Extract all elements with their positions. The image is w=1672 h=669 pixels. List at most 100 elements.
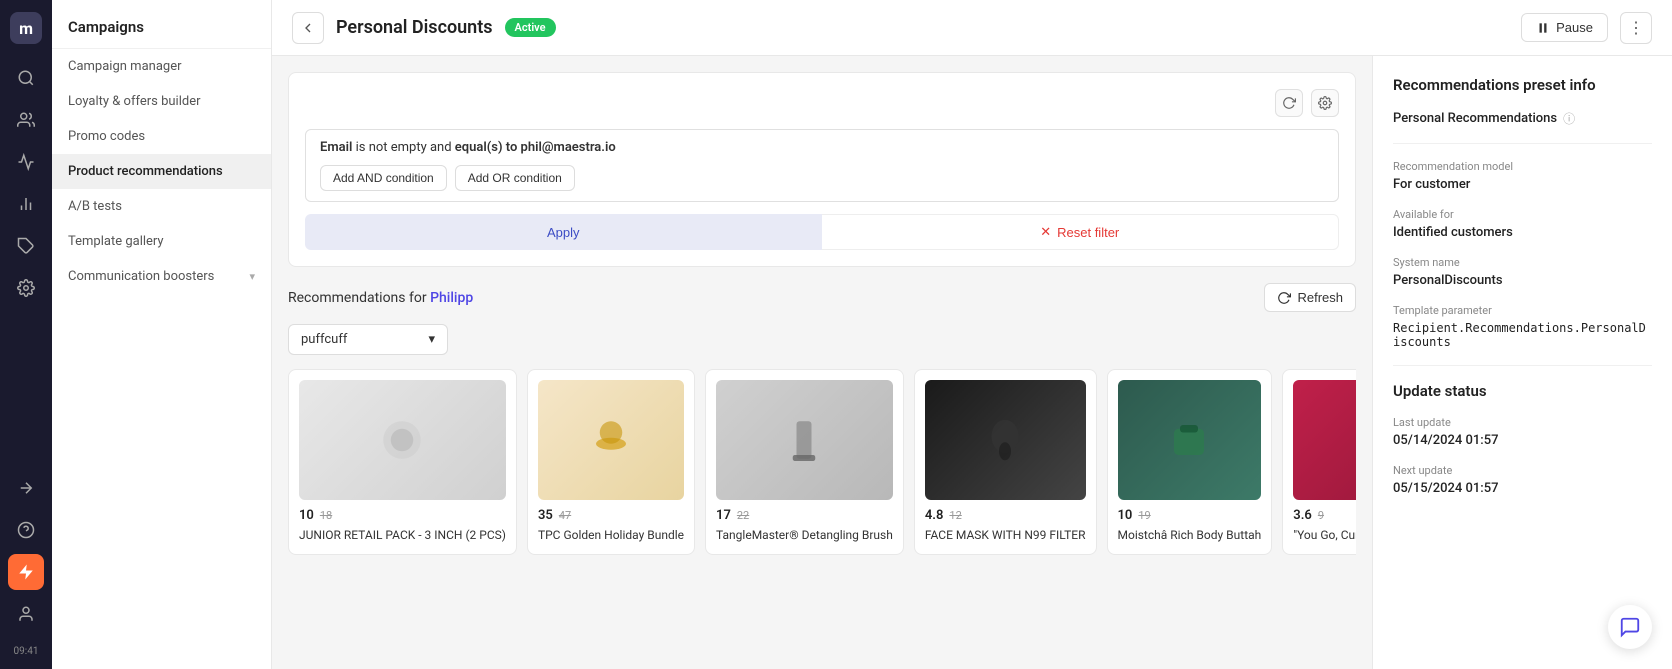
sidebar-item-ab-tests[interactable]: A/B tests xyxy=(52,189,271,224)
rp-last-update-value: 05/14/2024 01:57 xyxy=(1393,433,1652,448)
search-icon[interactable] xyxy=(8,60,44,96)
sidebar-item-template-gallery[interactable]: Template gallery xyxy=(52,224,271,259)
users-icon[interactable] xyxy=(8,102,44,138)
back-button[interactable] xyxy=(292,12,324,44)
product-name: "You Go, Curlfriend!" PuffCuff Lapel Pin xyxy=(1293,527,1356,544)
right-panel: Recommendations preset info Personal Rec… xyxy=(1372,56,1672,669)
rp-preset-name: Personal Recommendations ⓘ xyxy=(1393,110,1652,127)
rp-template-param-value: Recipient.Recommendations.PersonalDiscou… xyxy=(1393,321,1652,349)
rp-model-label: Recommendation model xyxy=(1393,160,1652,173)
rp-system-name-label: System name xyxy=(1393,256,1652,269)
apply-reset-row: Apply ✕ Reset filter xyxy=(305,214,1339,250)
rp-template-param-label: Template parameter xyxy=(1393,304,1652,317)
more-button[interactable]: ⋮ xyxy=(1620,12,1652,44)
sidebar: Campaigns Campaign manager Loyalty & off… xyxy=(52,0,272,669)
rp-model-value: For customer xyxy=(1393,177,1652,192)
person-icon[interactable] xyxy=(8,596,44,632)
filter-refresh-icon-btn[interactable] xyxy=(1275,89,1303,117)
filter-field-name: Email xyxy=(320,140,352,155)
product-rating: 10 xyxy=(1118,508,1133,523)
products-grid: 10 18 JUNIOR RETAIL PACK - 3 INCH (2 PCS… xyxy=(288,369,1356,555)
product-image: PuffCuff xyxy=(1293,380,1356,500)
recommendations-header: Recommendations for Philipp Refresh xyxy=(288,283,1356,312)
pause-label: Pause xyxy=(1556,20,1593,35)
puzzle-icon[interactable] xyxy=(8,228,44,264)
app-logo[interactable]: m xyxy=(10,12,42,44)
rp-next-update-value: 05/15/2024 01:57 xyxy=(1393,481,1652,496)
add-or-condition-button[interactable]: Add OR condition xyxy=(455,165,575,191)
store-dropdown[interactable]: puffcuff ▾ xyxy=(288,324,448,355)
product-rating-row: 35 47 xyxy=(538,508,684,523)
settings-icon[interactable] xyxy=(8,270,44,306)
product-rating-row: 4.8 12 xyxy=(925,508,1086,523)
sidebar-item-product-recommendations[interactable]: Product recommendations xyxy=(52,154,271,189)
product-rating-sub: 47 xyxy=(559,509,571,522)
refresh-button[interactable]: Refresh xyxy=(1264,283,1356,312)
campaigns-icon[interactable] xyxy=(8,144,44,180)
dropdown-value: puffcuff xyxy=(301,332,347,347)
rp-next-update-label: Next update xyxy=(1393,464,1652,477)
time-display: 09:41 xyxy=(14,646,39,657)
icon-nav: m 09:41 xyxy=(0,0,52,669)
product-rating-sub: 18 xyxy=(320,509,332,522)
chevron-down-icon: ▾ xyxy=(428,332,435,347)
sidebar-item-promo-codes[interactable]: Promo codes xyxy=(52,119,271,154)
sidebar-item-communication-boosters[interactable]: Communication boosters ▾ xyxy=(52,259,271,294)
rp-divider xyxy=(1393,143,1652,144)
product-rating-row: 3.6 9 xyxy=(1293,508,1356,523)
reset-filter-button[interactable]: ✕ Reset filter xyxy=(822,214,1340,250)
rp-last-update-label: Last update xyxy=(1393,416,1652,429)
rp-system-name-value: PersonalDiscounts xyxy=(1393,273,1652,288)
chart-icon[interactable] xyxy=(8,186,44,222)
product-rating-sub: 9 xyxy=(1318,509,1324,522)
rp-next-update-field: Next update 05/15/2024 01:57 xyxy=(1393,464,1652,496)
product-rating-row: 17 22 xyxy=(716,508,893,523)
filter-condition-text: Email is not empty and equal(s) to phil@… xyxy=(320,140,1324,155)
product-name: Moistchâ Rich Body Buttah xyxy=(1118,527,1262,544)
rp-divider-2 xyxy=(1393,365,1652,366)
filter-settings-icon-btn[interactable] xyxy=(1311,89,1339,117)
product-image xyxy=(716,380,893,500)
rp-available-value: Identified customers xyxy=(1393,225,1652,240)
page-title: Personal Discounts xyxy=(336,17,493,38)
rp-model-field: Recommendation model For customer xyxy=(1393,160,1652,192)
product-rating-sub: 22 xyxy=(737,509,749,522)
rp-template-param-field: Template parameter Recipient.Recommendat… xyxy=(1393,304,1652,349)
product-rating-row: 10 19 xyxy=(1118,508,1262,523)
product-rating: 4.8 xyxy=(925,508,944,523)
rp-preset-name-field: Personal Recommendations ⓘ xyxy=(1393,110,1652,127)
product-rating: 35 xyxy=(538,508,553,523)
arrow-right-icon[interactable] xyxy=(8,470,44,506)
add-and-condition-button[interactable]: Add AND condition xyxy=(320,165,447,191)
filter-btn-row: Add AND condition Add OR condition xyxy=(320,165,1324,191)
pause-button[interactable]: Pause xyxy=(1521,13,1608,42)
rp-available-field: Available for Identified customers xyxy=(1393,208,1652,240)
rp-section-title: Recommendations preset info xyxy=(1393,76,1652,94)
product-rating-sub: 19 xyxy=(1138,509,1150,522)
main-panel: Email is not empty and equal(s) to phil@… xyxy=(272,56,1372,669)
reset-label: Reset filter xyxy=(1057,225,1119,240)
product-card: PuffCuff 3.6 9 "You Go, Curlfriend!" Puf… xyxy=(1282,369,1356,555)
sidebar-item-campaign-manager[interactable]: Campaign manager xyxy=(52,49,271,84)
help-icon[interactable] xyxy=(8,512,44,548)
content-area: Email is not empty and equal(s) to phil@… xyxy=(272,56,1672,669)
main-header: Personal Discounts Active Pause ⋮ xyxy=(272,0,1672,56)
product-card: 35 47 TPC Golden Holiday Bundle xyxy=(527,369,695,555)
customer-name-value: Philipp xyxy=(430,290,473,306)
filter-card: Email is not empty and equal(s) to phil@… xyxy=(288,72,1356,267)
apply-button[interactable]: Apply xyxy=(305,214,822,250)
info-icon[interactable]: ⓘ xyxy=(1563,110,1575,127)
lightning-icon[interactable] xyxy=(8,554,44,590)
sidebar-item-loyalty[interactable]: Loyalty & offers builder xyxy=(52,84,271,119)
product-rating: 3.6 xyxy=(1293,508,1312,523)
product-card: 10 19 Moistchâ Rich Body Buttah xyxy=(1107,369,1273,555)
product-rating: 10 xyxy=(299,508,314,523)
chevron-down-icon: ▾ xyxy=(249,270,255,283)
product-rating-row: 10 18 xyxy=(299,508,506,523)
product-name: FACE MASK WITH N99 FILTER xyxy=(925,527,1086,544)
chat-bubble[interactable] xyxy=(1608,605,1652,649)
rp-system-name-field: System name PersonalDiscounts xyxy=(1393,256,1652,288)
product-card: 17 22 TangleMaster® Detangling Brush xyxy=(705,369,904,555)
product-image xyxy=(925,380,1086,500)
status-badge: Active xyxy=(505,18,556,37)
